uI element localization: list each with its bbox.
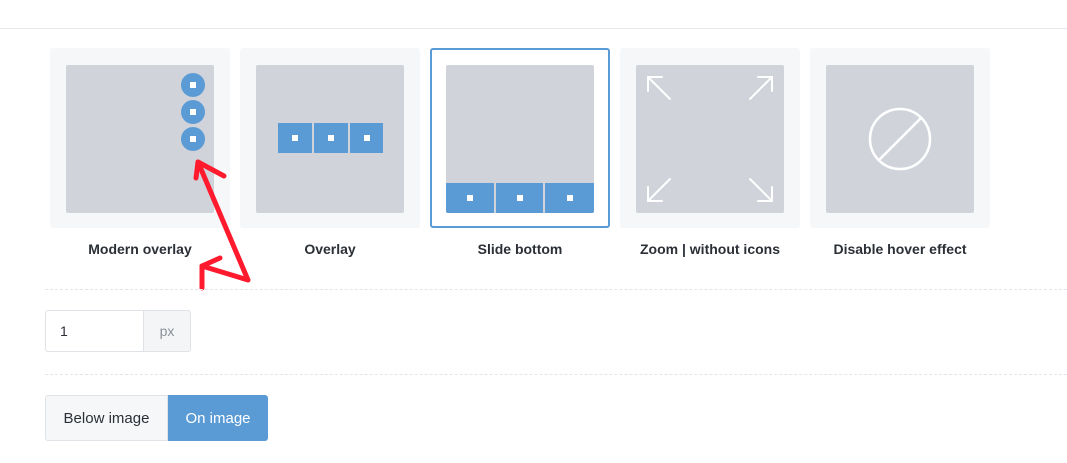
hover-option-slide-bottom[interactable]: Slide bottom [430, 48, 610, 257]
hover-card-selected[interactable] [430, 48, 610, 228]
disable-thumbnail [826, 65, 974, 213]
on-image-button[interactable]: On image [168, 395, 268, 441]
circle-button-icon [181, 73, 205, 97]
expand-arrows-icon [647, 76, 773, 202]
hover-option-disable[interactable]: Disable hover effect [810, 48, 990, 257]
square-button-icon [314, 123, 348, 153]
square-button-icon [446, 183, 494, 213]
circle-button-icon [181, 127, 205, 151]
overlay-thumbnail [256, 65, 404, 213]
hover-card[interactable] [620, 48, 800, 228]
section-divider [45, 374, 1067, 375]
caption-position-toggle: Below image On image [45, 395, 268, 441]
below-image-button[interactable]: Below image [45, 395, 168, 441]
section-divider [45, 289, 1067, 290]
hover-option-zoom[interactable]: Zoom | without icons [620, 48, 800, 257]
border-width-input[interactable] [45, 310, 143, 352]
hover-option-overlay[interactable]: Overlay [240, 48, 420, 257]
square-button-icon [496, 183, 543, 213]
border-width-input-group: px [45, 310, 191, 352]
hover-option-label: Slide bottom [477, 241, 563, 257]
circle-button-icon [181, 100, 205, 124]
hover-card[interactable] [240, 48, 420, 228]
disable-icon [868, 107, 932, 171]
slide-bottom-thumbnail [446, 65, 594, 213]
hover-option-label: Disable hover effect [833, 241, 967, 257]
hover-option-label: Zoom | without icons [639, 241, 780, 257]
annotation-arrow-icon [193, 159, 251, 291]
square-button-icon [278, 123, 312, 153]
top-divider [0, 28, 1067, 29]
square-button-icon [545, 183, 594, 213]
square-button-icon [350, 123, 383, 153]
unit-addon: px [143, 310, 191, 352]
zoom-thumbnail [636, 65, 784, 213]
hover-card[interactable] [810, 48, 990, 228]
